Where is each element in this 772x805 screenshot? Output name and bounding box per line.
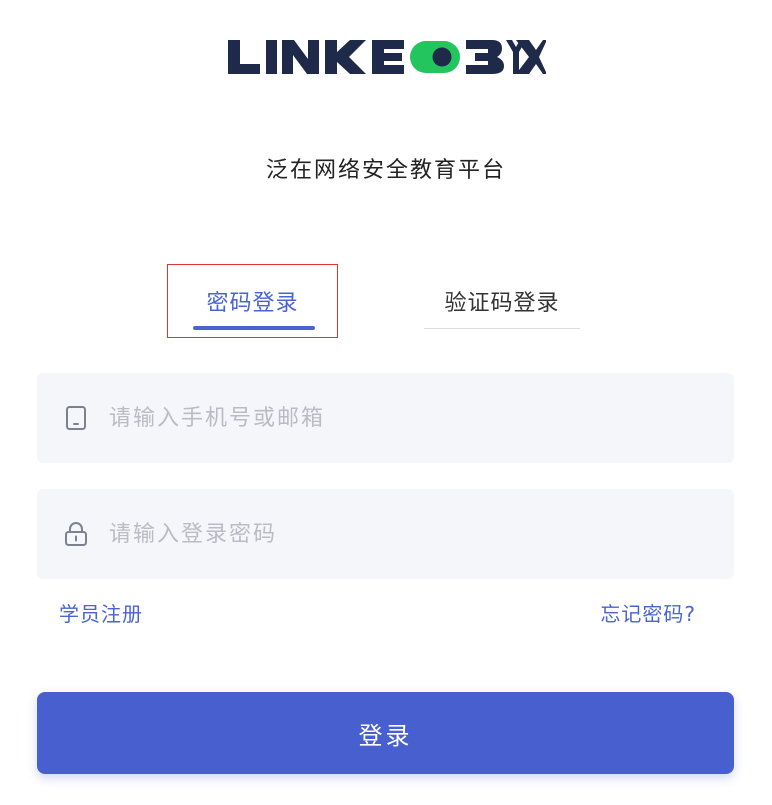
logo-letter-k [325,40,366,74]
tab-password-login-label: 密码登录 [206,291,299,316]
logo-letter-l [228,40,260,74]
logo-letter-i [266,40,277,74]
phone-icon [63,405,89,431]
tab-underline [424,328,580,329]
register-link[interactable]: 学员注册 [59,598,143,627]
logo-letter-e [372,40,404,74]
lock-icon [63,521,89,547]
account-input[interactable] [109,405,669,431]
login-button[interactable]: 登录 [37,692,734,774]
tab-active-indicator [193,326,315,330]
tab-code-login[interactable]: 验证码登录 [424,264,580,338]
logo-letter-n [282,40,319,74]
tab-code-login-label: 验证码登录 [444,291,560,316]
logo-toggle-knob [432,47,452,67]
tab-password-login[interactable]: 密码登录 [167,264,338,338]
platform-subtitle: 泛在网络安全教育平台 [265,158,506,183]
logo-letter-b [466,40,504,74]
account-field[interactable] [37,373,734,463]
logo-letter-x [516,40,546,74]
password-input[interactable] [109,521,669,547]
password-field[interactable] [37,489,734,579]
logo-wordmark [228,40,546,74]
brand-logo [0,32,772,80]
forgot-password-link[interactable]: 忘记密码? [600,598,696,627]
